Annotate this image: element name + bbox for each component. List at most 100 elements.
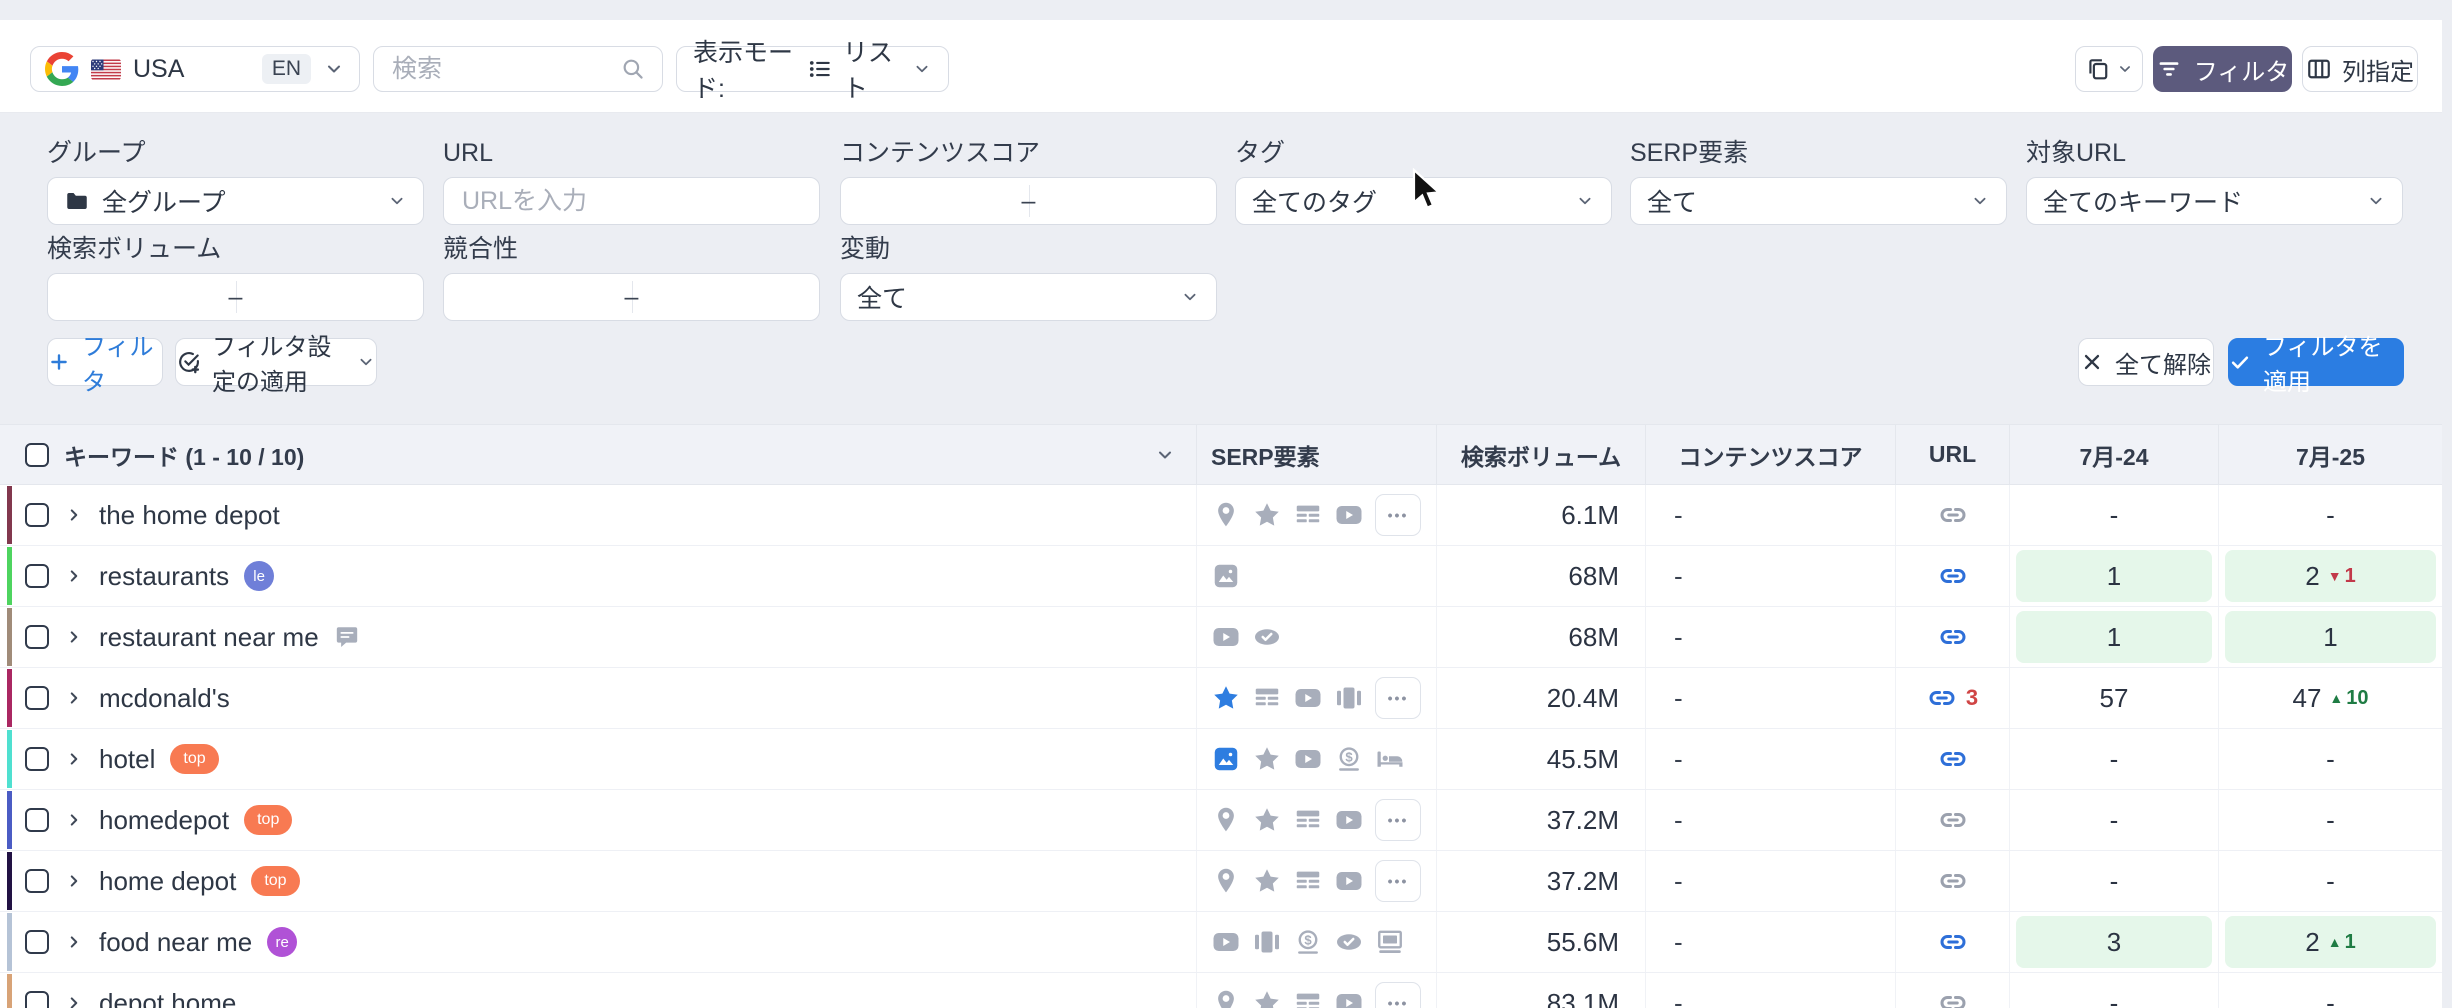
snippet-icon [1293,805,1323,835]
rank-cell: 3 [2009,912,2218,972]
apply-filters-button[interactable]: フィルタを適用 [2228,338,2404,386]
apply-filter-preset-button[interactable]: フィルタ設定の適用 [175,338,377,386]
row-checkbox[interactable] [25,747,49,771]
columns-button[interactable]: 列指定 [2302,46,2418,92]
sort-chevron-icon[interactable] [1154,444,1176,466]
range-divider: – [460,283,803,312]
search-volume-cell: 55.6M [1436,912,1645,972]
view-mode-selector[interactable]: 表示モード: リスト [676,46,949,92]
column-header-volume[interactable]: 検索ボリューム [1436,425,1645,484]
clear-all-button[interactable]: 全て解除 [2078,338,2214,386]
expand-chevron-icon[interactable] [64,627,84,647]
link-icon[interactable] [1938,622,1968,652]
link-icon[interactable] [1938,500,1968,530]
link-icon[interactable] [1938,866,1968,896]
engine-label: USA [133,55,184,84]
keyword-label[interactable]: restaurant near me [99,622,319,653]
search-engine-selector[interactable]: USA EN [30,46,360,92]
filter-toggle-button[interactable]: フィルタ [2153,46,2292,92]
rank-cell: - [2009,790,2218,850]
expand-chevron-icon[interactable] [64,566,84,586]
expand-chevron-icon[interactable] [64,749,84,769]
star-icon [1252,988,1282,1008]
column-header-url[interactable]: URL [1895,425,2009,484]
rank-cell: - [2009,485,2218,545]
link-icon[interactable] [1938,927,1968,957]
chevron-down-icon [387,191,407,211]
video-icon [1334,988,1364,1008]
keyword-label[interactable]: food near me [99,927,252,958]
rank-value: - [2326,988,2335,1008]
rank-value-wrap: - [2110,988,2119,1008]
url-cell [1895,546,2009,606]
serp-more-button[interactable]: ••• [1375,677,1421,719]
link-icon[interactable] [1938,805,1968,835]
serp-more-button[interactable]: ••• [1375,799,1421,841]
filter-group[interactable]: 全グループ [47,177,424,225]
serp-more-button[interactable]: ••• [1375,494,1421,536]
search-volume-cell: 68M [1436,607,1645,667]
column-header-date-1[interactable]: 7月-24 [2009,425,2218,484]
keyword-label[interactable]: home depot [99,866,236,897]
link-icon[interactable] [1927,683,1957,713]
url-cell [1895,485,2009,545]
filter-target-url[interactable]: 全てのキーワード [2026,177,2403,225]
filter-label-target-url: 対象URL [2026,138,2403,168]
keyword-label[interactable]: the home depot [99,500,280,531]
column-header-date-2[interactable]: 7月-25 [2218,425,2442,484]
keyword-label[interactable]: restaurants [99,561,229,592]
row-checkbox[interactable] [25,625,49,649]
keyword-label[interactable]: hotel [99,744,155,775]
filter-search-volume[interactable]: – [47,273,424,321]
row-checkbox[interactable] [25,686,49,710]
row-checkbox[interactable] [25,930,49,954]
serp-more-button[interactable]: ••• [1375,982,1421,1008]
search-input[interactable] [390,54,610,85]
filter-content-score[interactable]: – [840,177,1217,225]
copy-icon [2085,56,2111,82]
rank-cell: - [2218,729,2442,789]
column-header-serp[interactable]: SERP要素 [1196,425,1436,484]
rank-value-wrap: - [2110,500,2119,531]
chevron-down-icon [1180,287,1200,307]
keyword-label[interactable]: depot home [99,988,236,1008]
row-checkbox[interactable] [25,808,49,832]
filter-input-url[interactable] [460,186,803,217]
filter-serp-features[interactable]: 全て [1630,177,2007,225]
content-score-cell: - [1645,973,1895,1008]
expand-chevron-icon[interactable] [64,993,84,1008]
copy-button[interactable] [2075,46,2143,92]
select-all-checkbox[interactable] [25,443,49,467]
expand-chevron-icon[interactable] [64,810,84,830]
search-volume-value: 20.4M [1547,683,1619,714]
keyword-cell: the home depot [0,485,1196,545]
keyword-label[interactable]: mcdonald's [99,683,230,714]
expand-chevron-icon[interactable] [64,688,84,708]
bed-icon [1375,744,1405,774]
link-icon[interactable] [1938,988,1968,1008]
filter-url[interactable] [443,177,820,225]
rank-value-wrap: - [2110,866,2119,897]
svg-text:$: $ [1304,932,1312,947]
link-icon[interactable] [1938,561,1968,591]
expand-chevron-icon[interactable] [64,932,84,952]
filter-field-change: 変動全て [840,234,1217,321]
row-checkbox[interactable] [25,503,49,527]
filter-competition[interactable]: – [443,273,820,321]
expand-chevron-icon[interactable] [64,505,84,525]
column-header-content-score[interactable]: コンテンツスコア [1645,425,1895,484]
video-icon [1293,744,1323,774]
column-header-keyword[interactable]: キーワード (1 - 10 / 10) [0,425,1196,484]
row-checkbox[interactable] [25,991,49,1008]
expand-chevron-icon[interactable] [64,871,84,891]
star-icon [1252,866,1282,896]
keyword-label[interactable]: homedepot [99,805,229,836]
filter-change[interactable]: 全て [840,273,1217,321]
add-filter-button[interactable]: フィルタ [47,338,163,386]
link-icon[interactable] [1938,744,1968,774]
note-icon[interactable] [334,624,360,650]
row-checkbox[interactable] [25,564,49,588]
row-checkbox[interactable] [25,869,49,893]
serp-more-button[interactable]: ••• [1375,860,1421,902]
arrow-up-icon: ▲ [2329,690,2343,706]
